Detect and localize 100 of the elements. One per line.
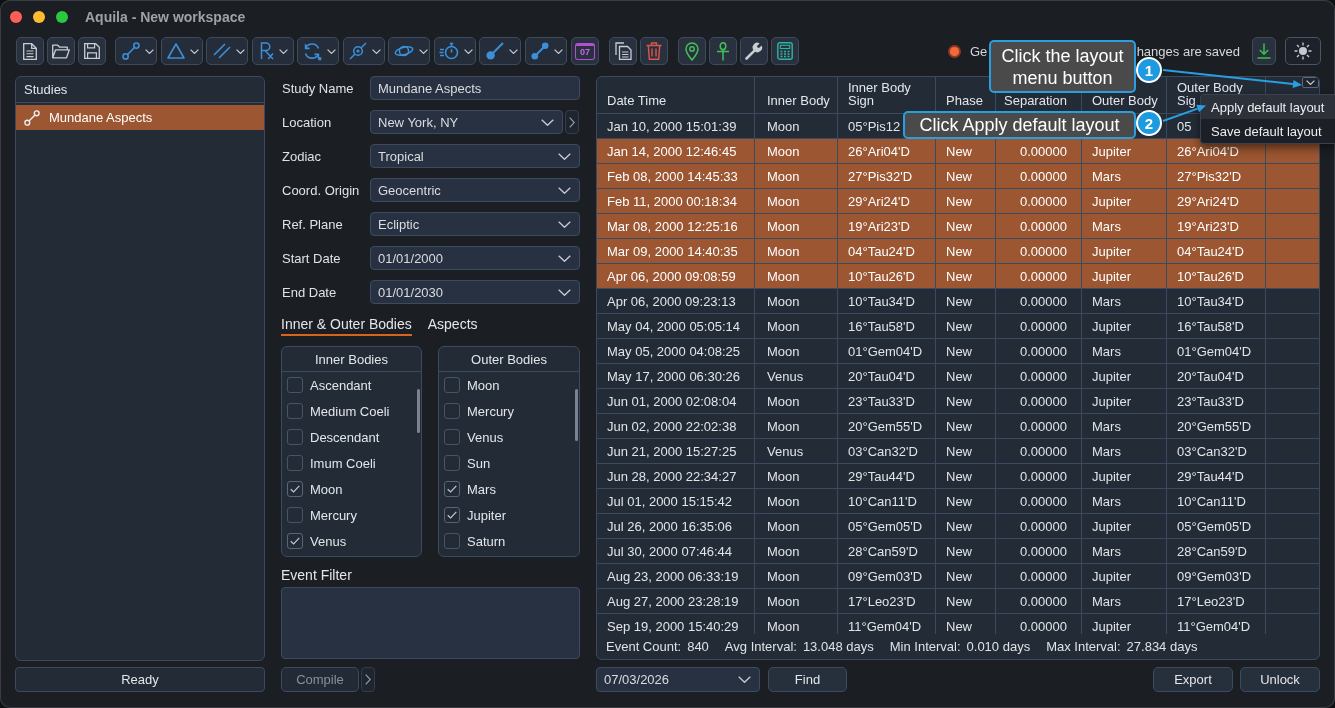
toolbar-dropdown-button[interactable] [206, 37, 248, 65]
calendar-button[interactable]: 07 [571, 37, 599, 65]
table-cell: 03°Can32'D [838, 439, 936, 464]
menu-item[interactable]: Apply default layout [1201, 95, 1335, 119]
table-row[interactable]: Jun 01, 2000 02:08:04 Moon 23°Tau33'D New 0.00000 Jupiter 23°Tau33'D [597, 389, 1319, 414]
table-row[interactable]: Jul 01, 2000 15:15:42 Moon 10°Can11'D New 0.00000 Mars 10°Can11'D [597, 489, 1319, 514]
checkbox[interactable] [444, 377, 460, 393]
toolbar-dropdown-button[interactable] [388, 37, 430, 65]
open-folder-button[interactable] [47, 37, 75, 65]
table-cell: Jupiter [1082, 514, 1167, 539]
toolbar-dropdown-button[interactable] [160, 37, 203, 65]
tab[interactable]: Inner & Outer Bodies [281, 314, 412, 336]
column-header[interactable]: Inner Body Sign [848, 81, 929, 107]
new-document-button[interactable] [16, 37, 44, 65]
toolbar-dropdown-button[interactable] [524, 37, 567, 65]
toolbar-dropdown-button[interactable] [251, 37, 294, 65]
table-row[interactable]: Jun 02, 2000 22:02:38 Moon 20°Gem55'D New 0.00000 Mars 20°Gem55'D [597, 414, 1319, 439]
theme-toggle-button[interactable] [1285, 37, 1321, 65]
floppy-disk-icon [84, 43, 100, 59]
table-row[interactable]: Apr 06, 2000 09:23:13 Moon 10°Tau34'D New 0.00000 Mars 10°Tau34'D [597, 289, 1319, 314]
date-dropdown[interactable]: 07/03/2026 [596, 667, 760, 692]
study-item[interactable]: Mundane Aspects [16, 105, 264, 130]
table-row[interactable]: Jan 14, 2000 12:46:45 Moon 26°Ari04'D New 0.00000 Jupiter 26°Ari04'D [597, 139, 1319, 164]
table-row[interactable]: Mar 08, 2000 12:25:16 Moon 19°Ari23'D New 0.00000 Mars 19°Ari23'D [597, 214, 1319, 239]
table-row[interactable]: Jul 26, 2000 16:35:06 Moon 05°Gem05'D New 0.00000 Jupiter 05°Gem05'D [597, 514, 1319, 539]
download-button[interactable] [1252, 37, 1276, 65]
calculator-button[interactable] [771, 37, 799, 65]
checkbox[interactable] [287, 403, 303, 419]
location-pin-button[interactable] [678, 37, 706, 65]
table-cell: Jupiter [1082, 389, 1167, 414]
table-row[interactable]: May 04, 2000 05:05:14 Moon 16°Tau58'D New 0.00000 Jupiter 16°Tau58'D [597, 314, 1319, 339]
toolbar-dropdown-button[interactable] [115, 37, 157, 65]
tab[interactable]: Aspects [427, 314, 478, 336]
checkbox[interactable] [444, 507, 460, 523]
checkbox[interactable] [287, 533, 303, 549]
toolbar-dropdown-button[interactable] [342, 37, 385, 65]
column-header[interactable]: Separation [1004, 94, 1067, 107]
checkbox[interactable] [287, 377, 303, 393]
dropdown-field[interactable]: Geocentric [370, 178, 580, 202]
chevron-right-icon [365, 674, 371, 685]
delete-button[interactable] [640, 37, 668, 65]
unlock-button[interactable]: Unlock [1240, 667, 1320, 692]
checkbox[interactable] [287, 429, 303, 445]
table-cell: New [936, 539, 996, 564]
checkbox-label: Ascendant [310, 377, 372, 393]
checkbox[interactable] [444, 481, 460, 497]
scrollbar-thumb[interactable] [417, 389, 420, 433]
column-header[interactable]: Phase [946, 94, 983, 107]
table-row[interactable]: Apr 06, 2000 09:08:59 Moon 10°Tau26'D New 0.00000 Jupiter 10°Tau26'D [597, 264, 1319, 289]
wrench-button[interactable] [740, 37, 768, 65]
toolbar-dropdown-button[interactable] [479, 37, 521, 65]
table-row[interactable]: Aug 23, 2000 06:33:19 Moon 09°Gem03'D New 0.00000 Jupiter 09°Gem03'D [597, 564, 1319, 589]
table-row[interactable]: May 17, 2000 06:30:26 Venus 20°Tau04'D New 0.00000 Jupiter 20°Tau04'D [597, 364, 1319, 389]
toolbar-dropdown-button[interactable] [433, 37, 476, 65]
checkbox[interactable] [287, 455, 303, 471]
table-row[interactable]: Feb 08, 2000 14:45:33 Moon 27°Pis32'D New 0.00000 Mars 27°Pis32'D [597, 164, 1319, 189]
table-cell: New [936, 514, 996, 539]
text-field[interactable]: Mundane Aspects [370, 76, 580, 100]
dropdown-field[interactable]: Tropical [370, 144, 580, 168]
table-row[interactable]: Mar 09, 2000 14:40:35 Moon 04°Tau24'D New 0.00000 Jupiter 04°Tau24'D [597, 239, 1319, 264]
minimize-icon[interactable] [33, 10, 45, 23]
maximize-icon[interactable] [56, 10, 68, 23]
crossed-target-icon [349, 42, 367, 60]
table-row[interactable]: Jun 28, 2000 22:34:27 Moon 29°Tau44'D New 0.00000 Jupiter 29°Tau44'D [597, 464, 1319, 489]
save-button[interactable] [78, 37, 106, 65]
event-filter-field[interactable] [281, 587, 580, 659]
copy-button[interactable] [609, 37, 637, 65]
checkbox-label: Venus [310, 533, 347, 549]
chevron-down-icon [558, 220, 571, 228]
scrollbar-thumb[interactable] [575, 389, 578, 441]
next-button[interactable] [565, 110, 579, 134]
checkbox[interactable] [287, 507, 303, 523]
checkbox[interactable] [444, 533, 460, 549]
checkbox[interactable] [287, 481, 303, 497]
table-cell: Moon [755, 264, 838, 289]
column-header[interactable]: Inner Body [767, 94, 830, 107]
next-button[interactable] [361, 667, 375, 692]
checkbox-label: Descendant [310, 429, 380, 445]
column-header[interactable]: Outer Body [1092, 94, 1158, 107]
checkbox[interactable] [444, 403, 460, 419]
table-row[interactable]: Jul 30, 2000 07:46:44 Moon 28°Can59'D New 0.00000 Mars 28°Can59'D [597, 539, 1319, 564]
table-row[interactable]: Jun 21, 2000 15:27:25 Venus 03°Can32'D New 0.00000 Mars 03°Can32'D [597, 439, 1319, 464]
dropdown-field[interactable]: Ecliptic [370, 212, 580, 236]
dropdown-field[interactable]: 01/01/2000 [370, 246, 580, 270]
dropdown-field[interactable]: 01/01/2030 [370, 280, 580, 304]
find-button[interactable]: Find [768, 667, 847, 692]
column-header[interactable]: Date Time [607, 94, 667, 107]
table-row[interactable]: Aug 27, 2000 23:28:19 Moon 17°Leo23'D New 0.00000 Mars 17°Leo23'D [597, 589, 1319, 614]
table-row[interactable]: Sep 19, 2000 15:40:29 Moon 11°Gem04'D New 0.00000 Jupiter 11°Gem04'D [597, 614, 1319, 634]
layout-menu-button[interactable] [1302, 77, 1319, 88]
table-row[interactable]: May 05, 2000 04:08:25 Moon 01°Gem04'D New 0.00000 Mars 01°Gem04'D [597, 339, 1319, 364]
table-cell: Jupiter [1082, 264, 1167, 289]
toolbar-dropdown-button[interactable] [297, 37, 339, 65]
table-row[interactable]: Feb 11, 2000 00:18:34 Moon 29°Ari24'D New 0.00000 Jupiter 29°Ari24'D [597, 189, 1319, 214]
checkbox[interactable] [444, 455, 460, 471]
checkbox[interactable] [444, 429, 460, 445]
ankh-button[interactable] [709, 37, 737, 65]
close-icon[interactable] [10, 10, 22, 23]
export-button[interactable]: Export [1153, 667, 1233, 692]
dropdown-field[interactable]: New York, NY [370, 110, 563, 134]
